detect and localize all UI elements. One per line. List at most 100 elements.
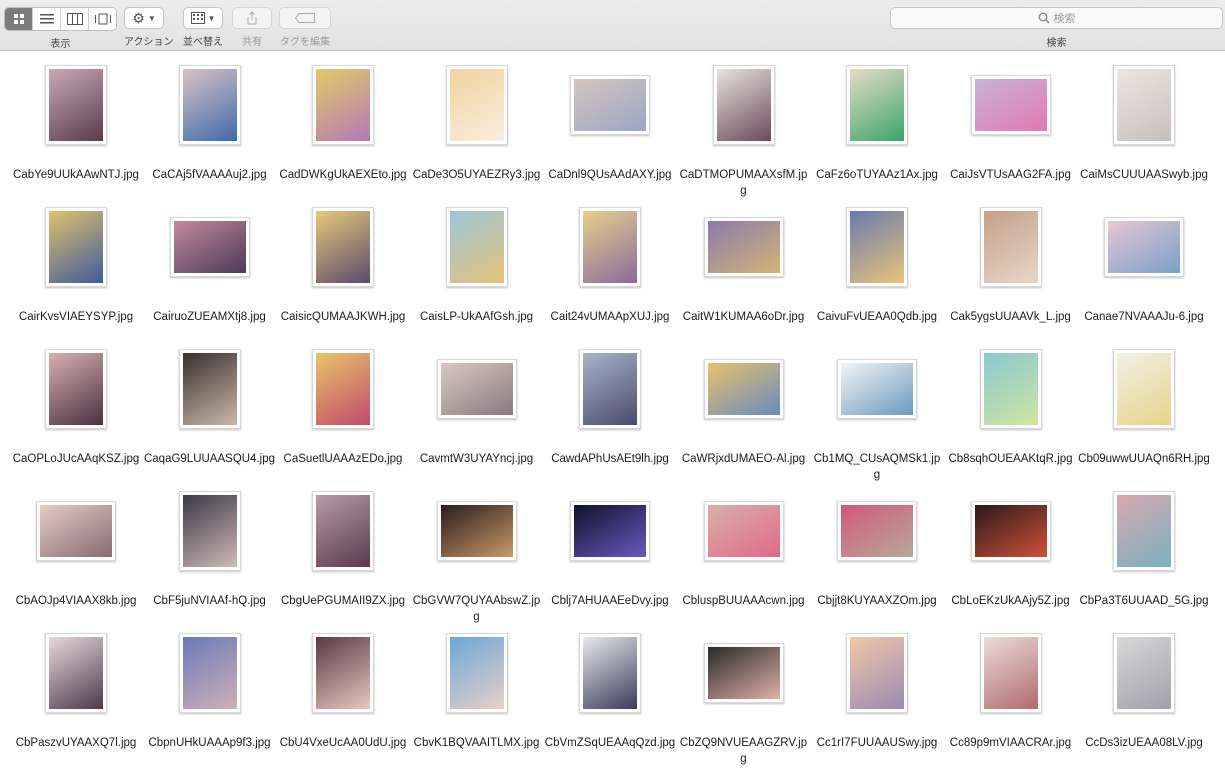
file-thumbnail[interactable]	[970, 75, 1051, 135]
image-preview	[440, 363, 513, 415]
file-thumbnail[interactable]	[45, 65, 107, 145]
image-preview	[974, 79, 1047, 131]
file-thumbnail[interactable]	[36, 501, 116, 561]
file-thumbnail[interactable]	[312, 65, 374, 145]
file-name: CaSuetlUAAAzEDo.jpg	[283, 453, 403, 465]
action-button[interactable]: ⚙ ▼	[124, 7, 164, 29]
file-name: CbgUePGUMAII9ZX.jpg	[281, 595, 405, 607]
file-thumbnail[interactable]	[445, 65, 508, 145]
image-preview	[983, 637, 1038, 709]
image-preview	[1117, 495, 1171, 567]
file-thumbnail[interactable]	[570, 501, 650, 561]
file-thumbnail[interactable]	[45, 633, 107, 713]
file-name: CcDs3izUEAA08LV.jpg	[1085, 737, 1203, 749]
file-thumbnail[interactable]	[712, 65, 775, 145]
file-name: CabYe9UUkAAwNTJ.jpg	[13, 169, 139, 181]
file-name: CaDnl9QUsAAdAXY.jpg	[548, 169, 672, 181]
file-thumbnail[interactable]	[1104, 217, 1184, 277]
file-thumbnail[interactable]	[1113, 491, 1175, 571]
file-thumbnail[interactable]	[312, 491, 374, 571]
image-preview	[1108, 221, 1180, 273]
file-thumbnail[interactable]	[703, 643, 784, 703]
file-thumbnail[interactable]	[169, 217, 250, 277]
file-thumbnail[interactable]	[178, 491, 241, 571]
file-thumbnail[interactable]	[846, 65, 908, 145]
image-preview	[850, 211, 904, 283]
image-preview	[1117, 353, 1171, 425]
file-thumbnail[interactable]	[979, 633, 1042, 713]
file-thumbnail[interactable]	[45, 349, 107, 429]
file-name: Cb1MQ_CUsAQMSk1.jpg	[813, 453, 941, 481]
file-name: CaisicQUMAAJKWH.jpg	[280, 311, 406, 323]
image-preview	[182, 495, 237, 567]
list-view-button[interactable]	[32, 8, 60, 30]
file-thumbnail[interactable]	[312, 349, 374, 429]
icon-view-button[interactable]	[5, 8, 32, 30]
file-thumbnail[interactable]	[1113, 65, 1175, 145]
file-thumbnail[interactable]	[837, 501, 917, 561]
chevron-down-icon: ▼	[207, 13, 216, 23]
view-label: 表示	[50, 39, 71, 50]
image-preview	[182, 637, 237, 709]
search-field[interactable]: 検索	[890, 7, 1223, 29]
file-thumbnail[interactable]	[579, 349, 641, 429]
image-preview	[583, 637, 637, 709]
share-label: 共有	[242, 37, 262, 48]
image-preview	[850, 69, 904, 141]
image-preview	[707, 363, 780, 415]
file-thumbnail[interactable]	[970, 501, 1051, 561]
image-preview	[716, 69, 771, 141]
image-preview	[850, 637, 904, 709]
file-thumbnail[interactable]	[312, 207, 374, 287]
list-icon	[39, 14, 54, 24]
file-thumbnail[interactable]	[579, 207, 641, 287]
file-name: CavmtW3UYAYncj.jpg	[419, 453, 534, 465]
image-preview	[574, 505, 646, 557]
file-thumbnail[interactable]	[979, 207, 1042, 287]
image-preview	[983, 353, 1038, 425]
file-name: CaDTMOPUMAAXsfM.jpg	[679, 169, 808, 197]
file-thumbnail[interactable]	[703, 501, 784, 561]
file-thumbnail[interactable]	[312, 633, 374, 713]
file-thumbnail[interactable]	[703, 359, 784, 419]
file-thumbnail[interactable]	[178, 633, 241, 713]
file-thumbnail[interactable]	[436, 359, 517, 419]
file-thumbnail[interactable]	[45, 207, 107, 287]
image-preview	[449, 637, 504, 709]
file-thumbnail[interactable]	[579, 633, 641, 713]
file-thumbnail[interactable]	[846, 207, 908, 287]
column-view-button[interactable]	[60, 8, 88, 30]
file-thumbnail[interactable]	[979, 349, 1042, 429]
arrange-label: 並べ替え	[183, 37, 223, 48]
file-name: CairuoZUEAMXtj8.jpg	[153, 311, 266, 323]
arrange-grid-icon	[190, 12, 205, 24]
arrange-button[interactable]: ▼	[183, 7, 223, 29]
file-name: CaitW1KUMAA6oDr.jpg	[682, 311, 805, 323]
image-preview	[707, 505, 780, 557]
file-thumbnail[interactable]	[178, 349, 241, 429]
file-name: CbVmZSqUEAAqQzd.jpg	[544, 737, 676, 749]
edit-tags-button[interactable]	[279, 7, 331, 29]
file-thumbnail[interactable]	[436, 501, 517, 561]
file-name: CaisLP-UkAAfGsh.jpg	[419, 311, 534, 323]
file-thumbnail[interactable]	[445, 207, 508, 287]
file-name: CaivuFvUEAA0Qdb.jpg	[816, 311, 938, 323]
file-thumbnail[interactable]	[570, 75, 650, 135]
file-thumbnail[interactable]	[445, 633, 508, 713]
file-name: CairKvsVIAEYSYP.jpg	[18, 311, 134, 323]
share-button[interactable]	[232, 7, 272, 29]
file-thumbnail[interactable]	[1113, 633, 1175, 713]
file-thumbnail[interactable]	[703, 217, 784, 277]
file-thumbnail[interactable]	[837, 359, 917, 419]
file-thumbnail[interactable]	[846, 633, 908, 713]
image-preview	[182, 69, 237, 141]
cover-flow-view-button[interactable]	[88, 8, 116, 30]
image-preview	[316, 495, 370, 567]
file-thumbnail[interactable]	[1113, 349, 1175, 429]
file-name: CbPa3T6UUAAD_5G.jpg	[1079, 595, 1209, 607]
file-name: CbU4VxeUcAA0UdU.jpg	[279, 737, 407, 749]
file-name: Cc89p9mVIAACRAr.jpg	[949, 737, 1072, 749]
image-preview	[173, 221, 246, 273]
file-thumbnail[interactable]	[178, 65, 241, 145]
tags-group: タグを編集	[279, 7, 331, 48]
